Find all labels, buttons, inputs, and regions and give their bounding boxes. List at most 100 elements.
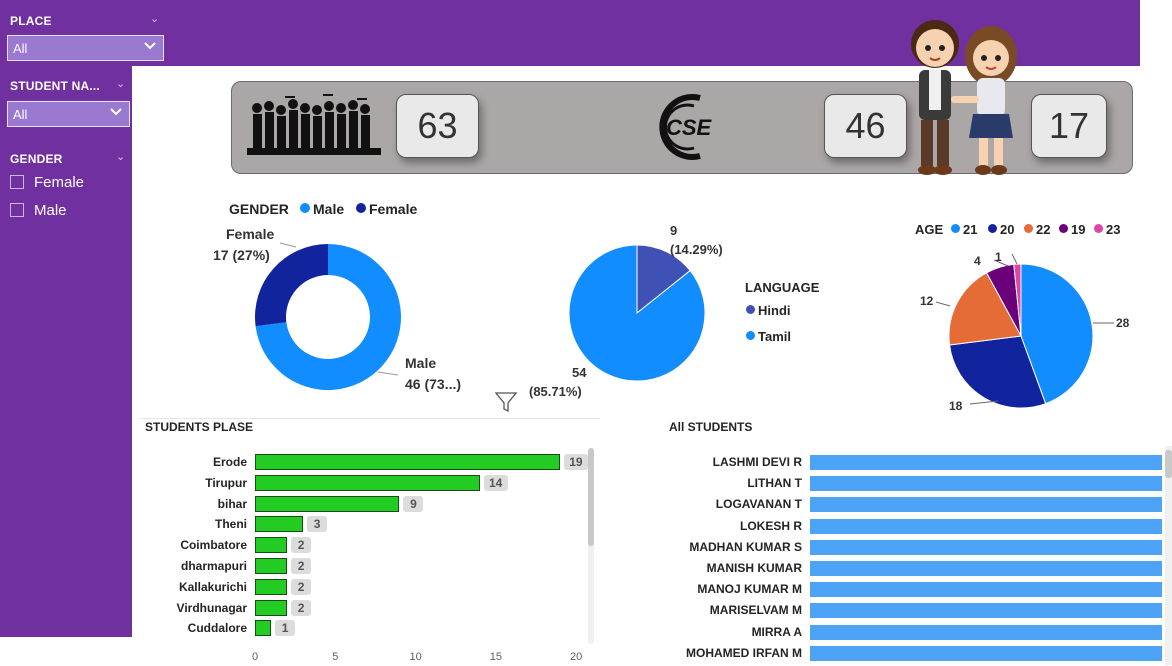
- hindi-slice-percent: (14.29%): [670, 242, 723, 257]
- place-value-label: 3: [307, 516, 328, 533]
- age-23-legend-label[interactable]: 23: [1106, 222, 1120, 237]
- place-bar[interactable]: [255, 474, 480, 491]
- age-pie-chart: [935, 253, 1114, 409]
- place-bar[interactable]: [255, 495, 400, 512]
- place-value-label: 2: [291, 558, 312, 574]
- student-name-dropdown[interactable]: All: [7, 101, 130, 127]
- place-label: Virdhunagar: [176, 600, 247, 615]
- students-bar-chart: LASHMI DEVI R LITHAN T LOGAVANAN T LOKESH R…: [620, 446, 1165, 665]
- male-slice-name: Male: [405, 355, 437, 371]
- places-scrollbar-thumb[interactable]: [588, 448, 594, 546]
- female-checkbox[interactable]: [10, 175, 24, 189]
- age-23-legend-dot: [1094, 224, 1103, 233]
- hindi-legend-dot: [746, 305, 755, 314]
- student-name-filter-label: STUDENT NA...: [10, 79, 100, 93]
- language-legend-title: LANGUAGE: [745, 280, 820, 295]
- place-bar[interactable]: [255, 516, 304, 533]
- place-value-label: 2: [291, 537, 312, 554]
- filter-sidebar: [0, 0, 132, 637]
- chevron-down-icon[interactable]: ⌄: [116, 77, 125, 90]
- student-name-label: MARISELVAM M: [709, 603, 802, 618]
- age-20-legend-dot: [988, 224, 997, 233]
- student-name-label: MANOJ KUMAR M: [697, 582, 802, 597]
- student-bar[interactable]: [810, 561, 1162, 576]
- student-bar[interactable]: [810, 518, 1162, 534]
- student-name-label: MOHAMED IRFAN M: [686, 645, 802, 660]
- graduates-silhouette-icon: [247, 94, 381, 155]
- female-count-kpi: 17: [1031, 94, 1107, 158]
- student-name-label: LOGAVANAN T: [715, 497, 802, 512]
- female-slice-value: 17 (27%): [213, 247, 270, 263]
- female-option-label[interactable]: Female: [34, 174, 84, 191]
- dropdown-arrow-icon: [144, 42, 156, 50]
- tamil-legend-label[interactable]: Tamil: [758, 329, 791, 344]
- place-bar[interactable]: [255, 620, 272, 637]
- male-legend-dot: [300, 203, 310, 213]
- place-dropdown[interactable]: All: [7, 35, 164, 61]
- age-19-legend-dot: [1059, 224, 1068, 233]
- age-22-legend-dot: [1024, 224, 1033, 233]
- places-chart-title: STUDENTS PLASE: [145, 420, 254, 434]
- male-legend-label[interactable]: Male: [313, 201, 344, 217]
- students-scrollbar[interactable]: [1165, 446, 1172, 665]
- age-19-legend-label[interactable]: 19: [1071, 222, 1085, 237]
- gender-leader-line: [377, 371, 399, 376]
- filter-funnel-icon[interactable]: [494, 391, 518, 413]
- dropdown-arrow-icon: [110, 108, 122, 116]
- place-bar[interactable]: [255, 578, 288, 595]
- student-bar[interactable]: [810, 603, 1162, 619]
- place-bar[interactable]: [255, 454, 560, 470]
- place-label: Tirupur: [205, 475, 247, 490]
- place-bar[interactable]: [255, 537, 288, 554]
- x-axis-tick: 0: [251, 651, 259, 663]
- tamil-slice-count: 54: [572, 365, 587, 380]
- place-bar[interactable]: [255, 558, 288, 574]
- place-label: Kallakurichi: [178, 579, 247, 594]
- hindi-legend-label[interactable]: Hindi: [758, 303, 791, 318]
- student-name-label: LOKESH R: [739, 518, 802, 533]
- male-checkbox[interactable]: [10, 203, 24, 217]
- cse-logo-text: CSE: [666, 115, 713, 140]
- students-cartoon-image: [911, 20, 1017, 175]
- place-label: Theni: [215, 517, 247, 532]
- gender-filter-label: GENDER: [10, 152, 63, 166]
- student-bar[interactable]: [810, 645, 1162, 661]
- age-19-slice-label: 4: [974, 254, 981, 268]
- place-value-label: 9: [403, 495, 424, 512]
- gender-leader-line: [279, 242, 297, 248]
- female-legend-label[interactable]: Female: [369, 201, 417, 217]
- cse-logo: CSE: [659, 94, 713, 160]
- chevron-down-icon[interactable]: ⌄: [150, 12, 159, 25]
- age-legend-title: AGE: [915, 222, 944, 237]
- age-21-legend-label[interactable]: 21: [963, 222, 977, 237]
- female-legend-dot: [356, 203, 366, 213]
- age-20-legend-label[interactable]: 20: [1000, 222, 1014, 237]
- gender-donut-chart: [255, 242, 401, 390]
- place-value-label: 2: [291, 578, 312, 595]
- tamil-legend-dot: [746, 331, 755, 340]
- place-bar[interactable]: [255, 599, 288, 616]
- students-scrollbar-thumb[interactable]: [1165, 450, 1172, 478]
- student-bar[interactable]: [810, 624, 1162, 640]
- student-bar[interactable]: [810, 476, 1162, 492]
- chevron-down-icon[interactable]: ⌄: [116, 150, 125, 163]
- total-students-kpi: 63: [396, 94, 479, 158]
- student-bar[interactable]: [810, 455, 1162, 470]
- age-leader-line: [935, 301, 951, 307]
- student-bar[interactable]: [810, 539, 1162, 555]
- hindi-slice-count: 9: [670, 223, 678, 238]
- x-axis-tick: 15: [489, 651, 502, 663]
- student-name-label: MIRRA A: [751, 624, 802, 639]
- places-bar-chart: Erode 19 Tirupur 14 bihar 9 Theni 3 Coimbatore 2 d…: [140, 446, 600, 665]
- x-axis-tick: 10: [409, 651, 422, 663]
- student-bar[interactable]: [810, 582, 1162, 598]
- student-name-label: MANISH KUMAR: [706, 561, 802, 575]
- age-22-slice-label: 12: [920, 294, 934, 308]
- male-option-label[interactable]: Male: [34, 202, 67, 219]
- places-scrollbar[interactable]: [588, 448, 594, 644]
- age-23-slice-label: 1: [995, 250, 1002, 264]
- student-name-dropdown-value: All: [13, 107, 28, 122]
- age-22-legend-label[interactable]: 22: [1036, 222, 1050, 237]
- student-bar[interactable]: [810, 497, 1162, 513]
- student-name-label: MADHAN KUMAR S: [689, 539, 802, 554]
